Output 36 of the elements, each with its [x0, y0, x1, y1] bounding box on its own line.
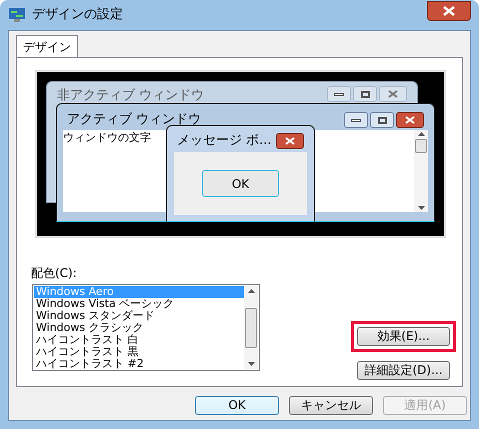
- scroll-thumb[interactable]: [245, 308, 257, 348]
- close-button[interactable]: [427, 1, 471, 21]
- maximize-icon[interactable]: [370, 112, 394, 128]
- close-icon[interactable]: [276, 133, 304, 149]
- tab[interactable]: デザイン: [16, 35, 78, 57]
- up-arrow-icon[interactable]: [418, 132, 424, 136]
- color-scheme-item[interactable]: Windows クラシック: [34, 322, 244, 334]
- dialog-button[interactable]: 詳細設定(D)...: [357, 361, 450, 380]
- scroll-thumb[interactable]: [415, 139, 427, 153]
- minimize-icon[interactable]: [344, 112, 368, 128]
- color-scheme-list[interactable]: Windows Aero Windows Vista ベーシック Windows スタンダード Windows クラシック ハイコントラスト 白 ハイコントラスト 黒 ハイコントラスト #2: [32, 284, 260, 371]
- message-box-title: メッセージ ボ...: [177, 132, 272, 150]
- active-window-title: アクティブ ウィンドウ: [67, 111, 202, 130]
- color-scheme-item[interactable]: ハイコントラスト #2: [34, 358, 244, 370]
- scrollbar[interactable]: [244, 286, 258, 369]
- up-arrow-icon[interactable]: [248, 289, 254, 293]
- inactive-window-title: 非アクティブ ウィンドウ: [57, 87, 204, 105]
- close-icon[interactable]: [396, 112, 424, 128]
- color-scheme-item[interactable]: Windows スタンダード: [34, 310, 244, 322]
- close-icon: [443, 6, 455, 16]
- down-arrow-icon[interactable]: [418, 206, 424, 210]
- color-scheme-item[interactable]: ハイコントラスト 白: [34, 334, 244, 346]
- color-scheme-label: 配色(C):: [31, 265, 78, 282]
- maximize-icon[interactable]: [353, 86, 377, 102]
- minimize-icon[interactable]: [327, 86, 351, 102]
- down-arrow-icon[interactable]: [248, 362, 254, 366]
- color-scheme-item[interactable]: Windows Vista ベーシック: [34, 298, 244, 310]
- color-scheme-item[interactable]: ハイコントラスト 黒: [34, 346, 244, 358]
- dialog-button[interactable]: キャンセル: [289, 396, 373, 415]
- monitor-icon: [8, 7, 26, 23]
- dialog-button[interactable]: 効果(E)...: [357, 327, 450, 346]
- window-text: ウィンドウの文字: [63, 130, 151, 146]
- scrollbar[interactable]: [414, 130, 428, 212]
- ok-button[interactable]: OK: [202, 170, 279, 197]
- window-title: デザインの設定: [32, 6, 123, 24]
- dialog-button[interactable]: OK: [195, 396, 279, 415]
